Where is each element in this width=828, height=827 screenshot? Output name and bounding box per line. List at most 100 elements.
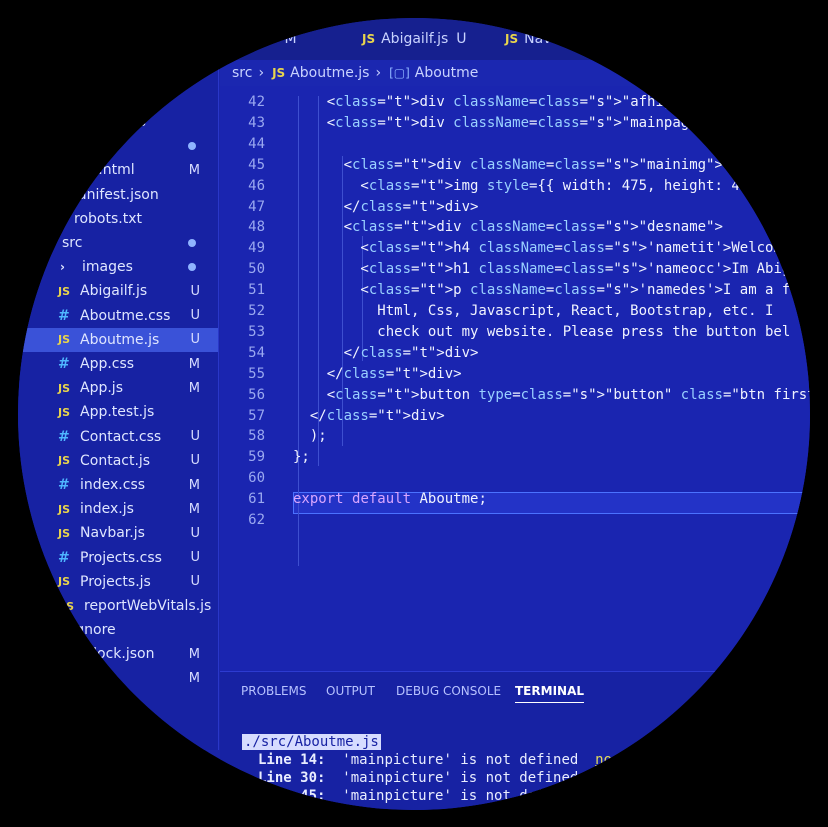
js-file-icon: JS <box>58 526 71 540</box>
code-line[interactable]: </class="t">div> <box>293 345 479 361</box>
code-line[interactable]: </class="t">div> <box>293 408 445 424</box>
git-status-badge: M <box>188 162 200 178</box>
sidebar-item[interactable]: JS App.js M <box>18 376 218 400</box>
sidebar-item[interactable]: JS Abigailf.js U <box>18 279 218 303</box>
sidebar-item[interactable]: JS reportWebVitals.js <box>18 594 218 618</box>
line-number: 50 <box>248 261 265 278</box>
lint-rule-link[interactable]: no-u <box>595 770 629 786</box>
css-file-icon: # <box>58 428 70 445</box>
sidebar-item-label: Contact.js <box>80 452 151 469</box>
symbol-icon: [▢] <box>389 66 410 80</box>
sidebar-item[interactable]: age-lock.json M <box>18 642 218 666</box>
sidebar-item[interactable]: d <box>18 691 218 715</box>
sidebar-item[interactable]: # Contact.css U <box>18 425 218 449</box>
code-line[interactable]: </class="t">div> <box>293 199 479 215</box>
sidebar-item-label: anifest.json <box>78 186 159 203</box>
sidebar-item[interactable]: # App.css M <box>18 352 218 376</box>
code-line[interactable]: export default Aboutme; <box>293 491 487 507</box>
sidebar-item[interactable]: anifest.json <box>18 183 218 207</box>
css-file-icon: # <box>58 477 70 493</box>
code-line[interactable]: </class="t">div> <box>293 366 462 382</box>
breadcrumb-file[interactable]: Aboutme.js <box>290 65 369 81</box>
js-file-icon: JS <box>58 333 71 347</box>
tab-abigailf-js[interactable]: JS Abigailf.js U <box>362 18 467 60</box>
code-line[interactable]: <class="t">button type=class="s">"button… <box>293 387 810 403</box>
sidebar-item[interactable]: JS Aboutme.js U <box>18 327 218 352</box>
terminal-file-path: ./src/Aboutme.js <box>242 734 381 750</box>
git-status-badge: U <box>190 525 200 541</box>
code-line[interactable]: <class="t">div className=class="s">"afhi… <box>293 94 810 110</box>
css-file-icon: # <box>58 307 70 324</box>
code-line[interactable]: ); <box>293 428 327 444</box>
tab-debug-console[interactable]: DEBUG CONSOLE <box>396 684 501 698</box>
sidebar-item-label: x.html <box>90 162 135 179</box>
code-line[interactable]: Html, Css, Javascript, React, Bootstrap,… <box>293 303 773 319</box>
tab-app-js[interactable]: p.js M <box>252 18 297 60</box>
code-line[interactable]: <class="t">div className=class="s">"main… <box>293 115 715 131</box>
git-status-badge: M <box>188 646 200 662</box>
tab-status: M <box>284 31 297 47</box>
line-number: 54 <box>248 344 265 361</box>
sidebar-item[interactable]: › es <box>18 110 218 134</box>
chevron-right-icon: › <box>60 260 65 275</box>
code-line[interactable]: <class="t">h4 className=class="s">'namet… <box>293 240 810 256</box>
sidebar-item[interactable] <box>18 134 218 158</box>
sidebar-item[interactable]: itignore <box>18 618 218 642</box>
tab-label: Navb <box>524 31 561 47</box>
sidebar-item-label: es <box>130 114 146 130</box>
line-number: 53 <box>248 323 265 340</box>
sidebar-item[interactable]: JS Contact.js U <box>18 449 218 473</box>
sidebar-item[interactable]: JS index.js M <box>18 497 218 521</box>
code-line[interactable]: <class="t">p className=class="s">'namede… <box>293 282 810 298</box>
tab-terminal[interactable]: TERMINAL <box>515 684 585 703</box>
sidebar-item[interactable]: robots.txt <box>18 207 218 231</box>
sidebar-item[interactable]: › images <box>18 255 218 279</box>
js-file-icon: JS <box>58 405 71 419</box>
js-file-icon: JS <box>58 502 71 516</box>
sidebar-item-label: Aboutme.css <box>80 307 171 324</box>
js-file-icon: JS <box>62 599 75 613</box>
bottom-panel: PROBLEMS OUTPUT DEBUG CONSOLE TERMINAL .… <box>220 671 810 810</box>
sidebar-item[interactable]: .json M <box>18 667 218 691</box>
sidebar-item[interactable]: # Projects.css U <box>18 546 218 570</box>
js-icon: JS <box>362 32 376 46</box>
chevron-right-icon: › <box>375 65 382 81</box>
line-number: 47 <box>248 198 265 215</box>
breadcrumb: src › JS Aboutme.js › [▢] Aboutme <box>220 60 810 86</box>
chevron-right-icon: › <box>108 115 113 129</box>
sidebar-item[interactable]: JS Projects.js U <box>18 570 218 594</box>
sidebar-item-label: App.test.js <box>80 404 155 421</box>
tab-output[interactable]: OUTPUT <box>326 684 375 698</box>
js-icon: JS <box>272 66 286 80</box>
tab-problems[interactable]: PROBLEMS <box>241 684 307 698</box>
code-line[interactable]: <class="t">img style={{ width: 475, heig… <box>293 178 807 194</box>
tab-navbar-js[interactable]: JS Navb <box>505 18 560 60</box>
chevron-right-icon: › <box>258 65 265 81</box>
sidebar-item-label: robots.txt <box>74 210 142 227</box>
sidebar-item[interactable]: JS Navbar.js U <box>18 521 218 545</box>
breadcrumb-folder[interactable]: src <box>232 65 252 81</box>
code-line[interactable]: check out my website. Please press the b… <box>293 324 790 340</box>
line-number: 45 <box>248 156 265 173</box>
sidebar-item[interactable]: ⌄ src <box>18 231 218 255</box>
sidebar-item-label: src <box>62 235 83 251</box>
error-message: 'mainpicture' is not defined <box>325 770 596 786</box>
sidebar-item[interactable]: # Aboutme.css U <box>18 304 218 328</box>
sidebar-item[interactable]: JS App.test.js <box>18 400 218 424</box>
editor-tab-bar: p.js M JS Abigailf.js U JS Navb <box>18 18 810 60</box>
code-line[interactable]: <class="t">div className=class="s">"desn… <box>293 219 723 235</box>
code-line[interactable]: <class="t">h1 className=class="s">'nameo… <box>293 261 810 277</box>
sidebar-item[interactable]: # index.css M <box>18 473 218 497</box>
code-line[interactable]: }; <box>293 449 310 465</box>
git-status-badge: U <box>190 453 200 469</box>
sidebar-item-label: Projects.js <box>80 573 151 590</box>
js-file-icon: JS <box>58 381 71 395</box>
code-line[interactable]: <class="t">div className=class="s">"main… <box>293 157 723 173</box>
modified-dot-icon <box>188 142 196 151</box>
line-number: 52 <box>248 303 265 319</box>
tab-status: U <box>456 31 467 47</box>
lint-rule-link[interactable]: no-un <box>595 752 637 768</box>
sidebar-item[interactable]: x.html M <box>18 158 218 182</box>
code-editor[interactable]: 42 <class="t">div className=class="s">"a… <box>220 86 810 671</box>
breadcrumb-symbol[interactable]: Aboutme <box>415 65 479 81</box>
